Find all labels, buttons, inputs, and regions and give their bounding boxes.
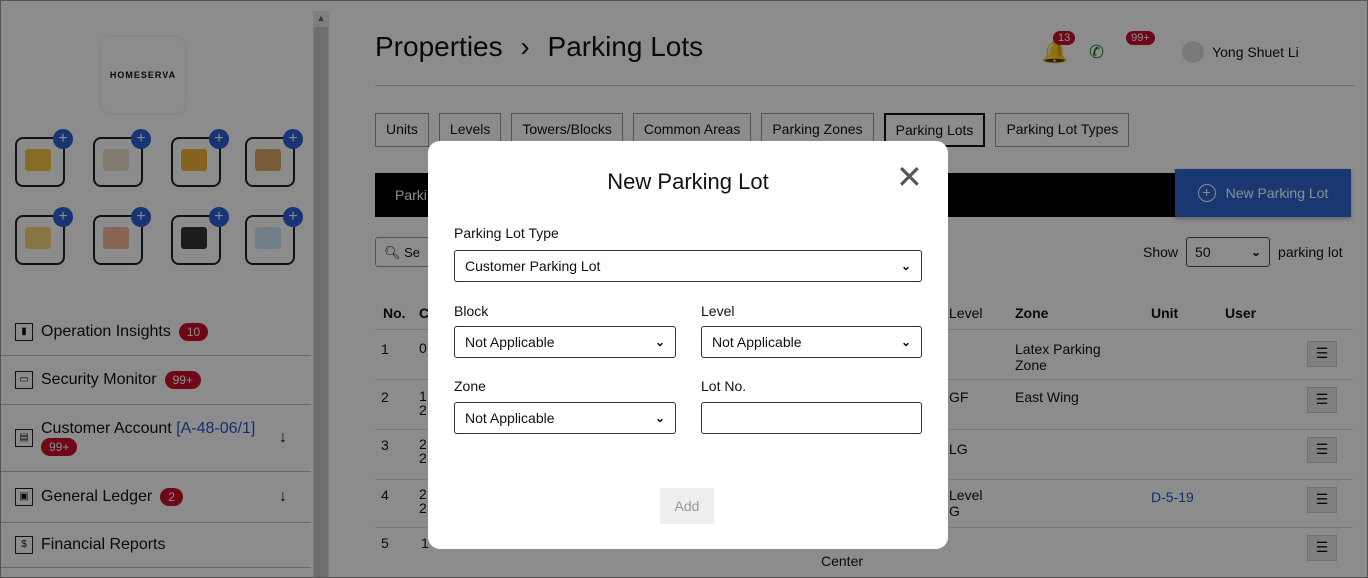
chevron-down-icon: ⌄ bbox=[654, 335, 665, 349]
parking-lot-type-select[interactable]: Customer Parking Lot ⌄ bbox=[454, 250, 922, 282]
level-select[interactable]: Not Applicable ⌄ bbox=[701, 326, 922, 358]
select-value: Not Applicable bbox=[712, 334, 802, 350]
dialog-title: New Parking Lot bbox=[607, 169, 769, 194]
lot-no-input[interactable] bbox=[701, 402, 922, 434]
close-icon[interactable]: ✕ bbox=[896, 161, 923, 193]
block-label: Block bbox=[454, 303, 489, 319]
new-parking-lot-dialog: New Parking Lot ✕ Parking Lot Type Custo… bbox=[428, 141, 948, 549]
chevron-down-icon: ⌄ bbox=[654, 411, 665, 425]
zone-label: Zone bbox=[454, 378, 486, 394]
chevron-down-icon: ⌄ bbox=[900, 259, 911, 273]
chevron-down-icon: ⌄ bbox=[900, 335, 911, 349]
lot-no-label: Lot No. bbox=[701, 378, 747, 394]
select-value: Not Applicable bbox=[465, 334, 555, 350]
select-value: Not Applicable bbox=[465, 410, 555, 426]
block-select[interactable]: Not Applicable ⌄ bbox=[454, 326, 676, 358]
parking-lot-type-label: Parking Lot Type bbox=[454, 225, 559, 241]
level-label: Level bbox=[701, 303, 735, 319]
zone-select[interactable]: Not Applicable ⌄ bbox=[454, 402, 676, 434]
select-value: Customer Parking Lot bbox=[465, 258, 601, 274]
add-button[interactable]: Add bbox=[660, 488, 714, 524]
app-window: HOMESERVA + + + + + + + + ▮ Operation In… bbox=[0, 0, 1368, 578]
